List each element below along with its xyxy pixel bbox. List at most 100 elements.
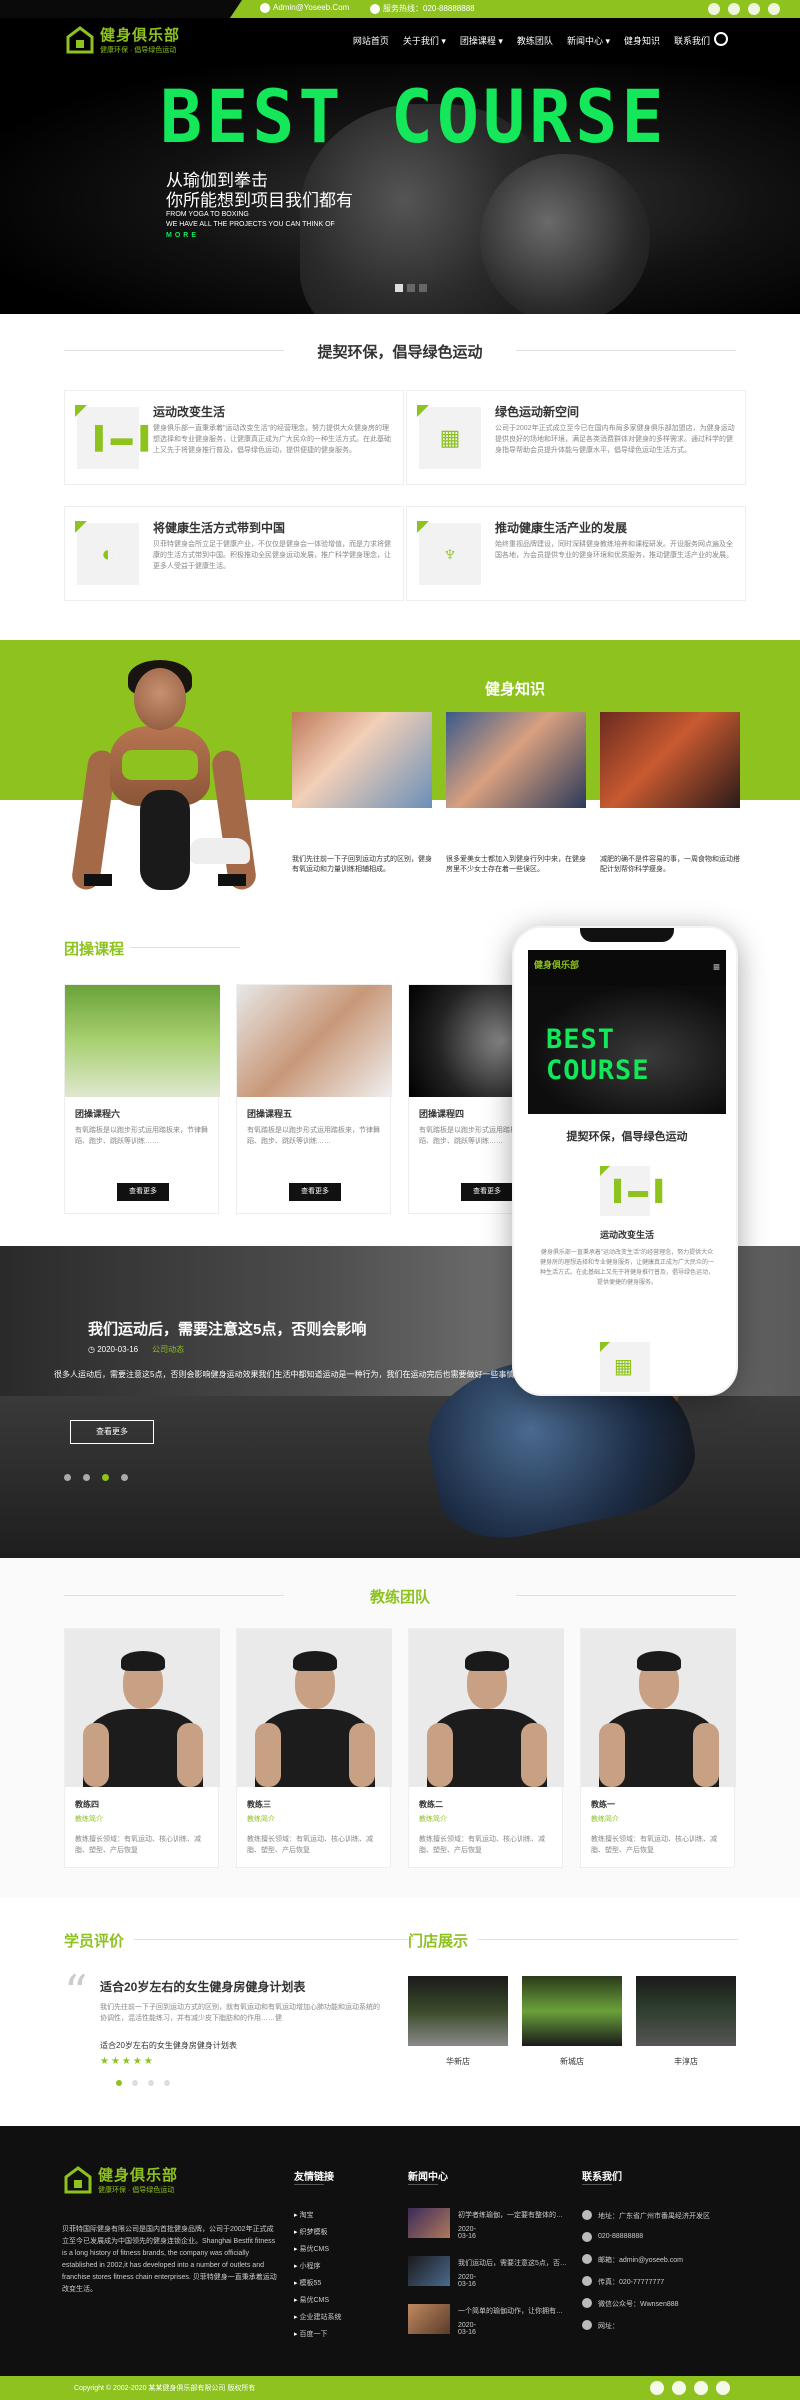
coach-card[interactable]: 教练二 教练简介 教练擅长领域：有氧运动、核心训练、减脂、塑型、产后恢复 bbox=[408, 1628, 564, 1868]
testimonial-dot[interactable] bbox=[132, 2080, 138, 2086]
nav-item-home[interactable]: 网站首页 bbox=[353, 34, 389, 47]
coach-card[interactable]: 教练四 教练简介 教练擅长领域：有氧运动、核心训练、减脂、塑型、产后恢复 bbox=[64, 1628, 220, 1868]
knowledge-card-title[interactable]: 适合20岁左右的女生健身房健身计划表 bbox=[292, 818, 432, 829]
wechat-icon[interactable] bbox=[728, 3, 740, 15]
footer-link[interactable]: 小程序 bbox=[294, 2261, 341, 2271]
coach-name[interactable]: 教练二 bbox=[419, 1799, 552, 1810]
footer-link[interactable]: 企业建站系统 bbox=[294, 2312, 341, 2322]
course-card[interactable]: 团操课程六 有氧踏板是以跑步形式运用踏板来，节律舞蹈、跑步、跳跃等训练…… 查看… bbox=[64, 984, 220, 1214]
coach-name[interactable]: 教练三 bbox=[247, 1799, 380, 1810]
course-title[interactable]: 团操课程四 bbox=[419, 1107, 464, 1120]
knowledge-image[interactable] bbox=[600, 712, 740, 808]
qzone-icon[interactable] bbox=[716, 2381, 730, 2395]
store-name[interactable]: 新城店 bbox=[522, 2056, 622, 2067]
footer-link[interactable]: 模板55 bbox=[294, 2278, 341, 2288]
course-more-button[interactable]: 查看更多 bbox=[117, 1183, 169, 1201]
footer-link[interactable]: 易优CMS bbox=[294, 2295, 341, 2305]
hero-dot[interactable] bbox=[407, 284, 415, 292]
course-more-button[interactable]: 查看更多 bbox=[289, 1183, 341, 1201]
feature-card[interactable]: ♆ 推动健康生活产业的发展 始终重视品牌建设，同时深耕健身教练培养和课程研发。开… bbox=[406, 506, 746, 601]
phone-icon bbox=[370, 3, 380, 14]
article-excerpt: 很多人运动后，需要注意这5点，否则会影响健身运动效果我们生活中都知道运动是一种行… bbox=[54, 1370, 539, 1379]
coach-photo[interactable] bbox=[409, 1629, 564, 1787]
qq-icon[interactable] bbox=[748, 3, 760, 15]
article-dot[interactable] bbox=[83, 1474, 90, 1481]
coach-photo[interactable] bbox=[237, 1629, 392, 1787]
store-name[interactable]: 华新店 bbox=[408, 2056, 508, 2067]
hero-dot[interactable] bbox=[395, 284, 403, 292]
course-card[interactable]: 团操课程五 有氧踏板是以跑步形式运用踏板来，节律舞蹈、跑步、跳跃等训练…… 查看… bbox=[236, 984, 392, 1214]
hero-title: BEST COURSE bbox=[160, 73, 668, 161]
course-image[interactable] bbox=[65, 985, 220, 1097]
store-item[interactable]: 丰淳店 bbox=[636, 1976, 736, 2067]
testimonial-dot[interactable] bbox=[116, 2080, 122, 2086]
nav-item-courses[interactable]: 团操课程 ▾ bbox=[460, 34, 503, 47]
knowledge-image[interactable] bbox=[292, 712, 432, 808]
course-more-button[interactable]: 查看更多 bbox=[461, 1183, 513, 1201]
qzone-icon[interactable] bbox=[768, 3, 780, 15]
knowledge-card-text: 减肥的确不是件容易的事，一周食物和运动搭配计划帮你科学瘦身。 bbox=[600, 856, 740, 873]
feature-text: 始终重视品牌建设，同时深耕健身教练培养和课程研发。开设服务网点遍及全国各地，为会… bbox=[495, 541, 733, 559]
coach-name[interactable]: 教练一 bbox=[591, 1799, 724, 1810]
nav-item-team[interactable]: 教练团队 bbox=[517, 34, 553, 47]
news-thumb[interactable] bbox=[408, 2208, 450, 2238]
course-image[interactable] bbox=[237, 985, 392, 1097]
mobile-logo[interactable]: 健身俱乐部 bbox=[534, 958, 579, 971]
store-name[interactable]: 丰淳店 bbox=[636, 2056, 736, 2067]
knowledge-card[interactable]: 适合20岁左右的女生健身房健身计划表 ◷ 2020-03-16 我们先往前一下子… bbox=[292, 712, 432, 875]
footer-logo[interactable]: 健身俱乐部 健康环保 · 倡导绿色运动 bbox=[64, 2164, 178, 2195]
testimonial-pagination bbox=[116, 2080, 170, 2086]
coach-photo[interactable] bbox=[581, 1629, 736, 1787]
store-item[interactable]: 华新店 bbox=[408, 1976, 508, 2067]
testimonial-headline: 适合20岁左右的女生健身房健身计划表 bbox=[100, 1980, 306, 1994]
store-image[interactable] bbox=[636, 1976, 736, 2046]
knowledge-card[interactable]: 女士健身须知的误区 ◷ 2020-03-16 很多爱美女士都加入到健身行列中来，… bbox=[446, 712, 586, 875]
article-dot[interactable] bbox=[121, 1474, 128, 1481]
news-thumb[interactable] bbox=[408, 2304, 450, 2334]
feature-card[interactable]: ▌▬▐ 运动改变生活 健身俱乐部一直秉承着"运动改变生活"的经营理念，努力提供大… bbox=[64, 390, 404, 485]
footer-contact-title: 联系我们 bbox=[582, 2172, 622, 2183]
wechat-icon[interactable] bbox=[672, 2381, 686, 2395]
feature-card[interactable]: ◐ 将健康生活方式带到中国 贝菲特健身会所立足于健康产业，不仅仅是健身会一体验增… bbox=[64, 506, 404, 601]
coach-photo[interactable] bbox=[65, 1629, 220, 1787]
article-more-button[interactable]: 查看更多 bbox=[70, 1420, 154, 1444]
store-image[interactable] bbox=[408, 1976, 508, 2046]
weibo-icon[interactable] bbox=[708, 3, 720, 15]
knowledge-image[interactable] bbox=[446, 712, 586, 808]
qq-icon[interactable] bbox=[694, 2381, 708, 2395]
knowledge-card-title[interactable]: 女生减肥计划表，一周食物和健康攻略 bbox=[600, 818, 740, 829]
nav-item-news[interactable]: 新闻中心 ▾ bbox=[567, 34, 610, 47]
coach-card[interactable]: 教练三 教练简介 教练擅长领域：有氧运动、核心训练、减脂、塑型、产后恢复 bbox=[236, 1628, 392, 1868]
hero-dot[interactable] bbox=[419, 284, 427, 292]
footer-link[interactable]: 织梦模板 bbox=[294, 2227, 341, 2237]
footer-link[interactable]: 淘宝 bbox=[294, 2210, 341, 2220]
store-image[interactable] bbox=[522, 1976, 622, 2046]
feature-text: 贝菲特健身会所立足于健康产业，不仅仅是健身会一体验增值，而是力求将健康的生活方式… bbox=[153, 541, 391, 570]
article-dot[interactable] bbox=[64, 1474, 71, 1481]
coach-card[interactable]: 教练一 教练简介 教练擅长领域：有氧运动、核心训练、减脂、塑型、产后恢复 bbox=[580, 1628, 736, 1868]
feature-card[interactable]: ▦ 绿色运动新空间 公司于2002年正式成立至今已在国内布局多家健身俱乐部加盟店… bbox=[406, 390, 746, 485]
knowledge-card[interactable]: 女生减肥计划表，一周食物和健康攻略 ◷ 2020-03-16 减肥的确不是件容易… bbox=[600, 712, 740, 875]
footer-link[interactable]: 百度一下 bbox=[294, 2329, 341, 2339]
coach-name[interactable]: 教练四 bbox=[75, 1799, 208, 1810]
knowledge-card-title[interactable]: 女士健身须知的误区 bbox=[446, 818, 586, 829]
course-title[interactable]: 团操课程六 bbox=[75, 1107, 120, 1120]
top-email[interactable]: Admin@Yoseeb.Com bbox=[260, 3, 349, 13]
weibo-icon[interactable] bbox=[650, 2381, 664, 2395]
article-title[interactable]: 我们运动后，需要注意这5点，否则会影响 bbox=[88, 1318, 366, 1339]
article-dot[interactable] bbox=[102, 1474, 109, 1481]
nav-item-knowledge[interactable]: 健身知识 bbox=[624, 34, 660, 47]
testimonial-dot[interactable] bbox=[148, 2080, 154, 2086]
menu-icon[interactable]: ≡ bbox=[713, 960, 720, 974]
search-icon[interactable] bbox=[714, 32, 728, 46]
nav-item-about[interactable]: 关于我们 ▾ bbox=[403, 34, 446, 47]
course-title[interactable]: 团操课程五 bbox=[247, 1107, 292, 1120]
testimonial-dot[interactable] bbox=[164, 2080, 170, 2086]
hero-more-link[interactable]: MORE bbox=[166, 232, 199, 239]
news-thumb[interactable] bbox=[408, 2256, 450, 2286]
nav-item-contact[interactable]: 联系我们 bbox=[674, 34, 710, 47]
logo[interactable]: 健身俱乐部 健康环保 · 倡导绿色运动 bbox=[66, 24, 180, 55]
footer-link[interactable]: 易优CMS bbox=[294, 2244, 341, 2254]
footer-social-links bbox=[650, 2381, 730, 2395]
store-item[interactable]: 新城店 bbox=[522, 1976, 622, 2067]
